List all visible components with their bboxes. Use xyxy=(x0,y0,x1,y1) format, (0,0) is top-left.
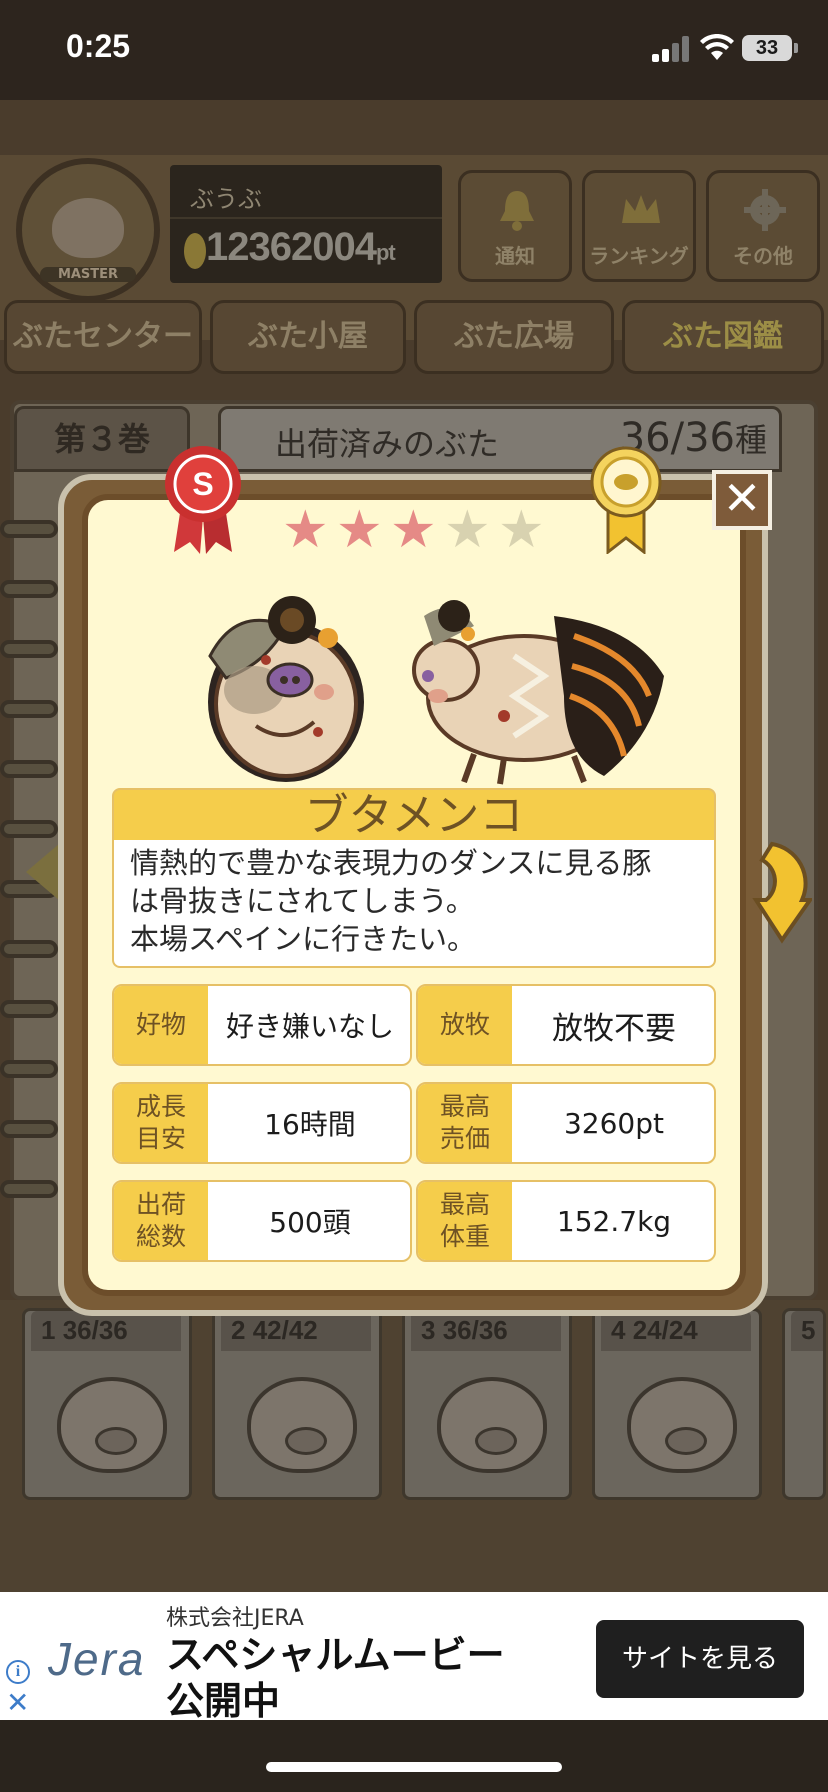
stat-value: 16時間 xyxy=(264,1108,356,1141)
status-bar: 0:25 33 xyxy=(0,0,828,100)
ad-company: 株式会社JERA xyxy=(166,1606,304,1631)
next-page-arrow-icon[interactable] xyxy=(732,840,812,950)
pig-face-icon xyxy=(627,1377,737,1473)
stat-growth-time: 成長 目安 16時間 xyxy=(112,1082,412,1164)
stat-value: 152.7kg xyxy=(556,1204,672,1238)
tab-buta-hut[interactable]: ぶた小屋 xyxy=(210,300,406,374)
gold-medal-ribbon-icon xyxy=(590,446,662,554)
pig-description: 情熱的で豊かな表現力のダンスに見る豚 は骨抜きにされてしまう。 本場スペインに行… xyxy=(112,840,716,968)
binder-ring xyxy=(0,520,58,538)
shipped-tab: 出荷済みのぶた 36/36種 xyxy=(218,406,782,472)
volume-book-1[interactable]: 1 36/36 xyxy=(22,1308,192,1500)
stat-label: 好物 xyxy=(114,986,208,1064)
ad-info-icon[interactable]: i xyxy=(6,1660,30,1684)
ad-headline: スペシャルムービー 公開中 xyxy=(166,1633,505,1723)
points-display: 12362004pt xyxy=(206,225,396,269)
volume-book-5[interactable]: 5 xyxy=(782,1308,826,1500)
volume-book-header: 1 36/36 xyxy=(31,1311,181,1351)
stat-value: 放牧不要 xyxy=(552,1010,676,1047)
master-badge[interactable]: MASTER xyxy=(16,158,160,302)
binder-ring xyxy=(0,640,58,658)
notification-label: 通知 xyxy=(495,244,535,268)
stat-label: 最高 体重 xyxy=(418,1182,512,1260)
volume-book-header: 2 42/42 xyxy=(221,1311,371,1351)
stat-label: 最高 売価 xyxy=(418,1084,512,1162)
star-filled-icon: ★ xyxy=(282,500,329,560)
ad-cta-button[interactable]: サイトを見る xyxy=(596,1620,804,1698)
stat-value: 好き嫌いなし xyxy=(225,1010,394,1043)
bell-icon xyxy=(500,191,534,231)
rank-badge-text: S xyxy=(192,466,213,502)
username: ぶうぶ xyxy=(190,185,262,213)
stat-favorite-food: 好物 好き嫌いなし xyxy=(112,984,412,1066)
stat-label: 放牧 xyxy=(418,986,512,1064)
star-empty-icon: ★ xyxy=(444,500,491,560)
ad-close-icon[interactable]: ✕ xyxy=(6,1689,29,1717)
binder-ring xyxy=(0,1000,58,1018)
volume-book-header: 4 24/24 xyxy=(601,1311,751,1351)
gear-icon xyxy=(744,189,786,231)
star-filled-icon: ★ xyxy=(336,500,383,560)
close-button[interactable]: ✕ xyxy=(712,470,772,530)
tab-buta-center[interactable]: ぶたセンター xyxy=(4,300,202,374)
ad-banner[interactable]: i ✕ Jera 株式会社JERA スペシャルムービー 公開中 サイトを見る xyxy=(0,1592,828,1723)
star-filled-icon: ★ xyxy=(390,500,437,560)
master-label: MASTER xyxy=(40,267,136,282)
crown-icon xyxy=(622,195,660,223)
binder-ring xyxy=(0,1120,58,1138)
pig-face-icon xyxy=(437,1377,547,1473)
volume-book-3[interactable]: 3 36/36 xyxy=(402,1308,572,1500)
shipped-label: 出荷済みのぶた xyxy=(275,425,500,463)
battery-indicator: 33 xyxy=(742,35,798,61)
stat-value: 500頭 xyxy=(269,1206,351,1239)
pig-face-icon xyxy=(52,198,124,258)
volume-book-header: 5 xyxy=(791,1311,823,1351)
notification-button[interactable]: 通知 xyxy=(458,170,572,282)
volume-book-2[interactable]: 2 42/42 xyxy=(212,1308,382,1500)
binder-ring xyxy=(0,700,58,718)
binder-ring xyxy=(0,940,58,958)
ranking-label: ランキング xyxy=(589,244,689,268)
pig-side-illustration xyxy=(412,600,664,785)
star-empty-icon: ★ xyxy=(498,500,545,560)
ad-logo: Jera xyxy=(48,1633,146,1685)
tab-buta-encyclopedia[interactable]: ぶた図鑑 xyxy=(622,300,824,374)
stat-label: 出荷 総数 xyxy=(114,1182,208,1260)
home-indicator[interactable] xyxy=(266,1762,562,1772)
pig-name: ブタメンコ xyxy=(112,788,716,841)
ranking-button[interactable]: ランキング xyxy=(582,170,696,282)
stat-value: 3260pt xyxy=(563,1106,664,1140)
other-label: その他 xyxy=(733,244,793,268)
volume-book-header: 3 36/36 xyxy=(411,1311,561,1351)
tab-buta-plaza[interactable]: ぶた広場 xyxy=(414,300,614,374)
pig-face-icon xyxy=(57,1377,167,1473)
stat-max-weight: 最高 体重 152.7kg xyxy=(416,1180,716,1262)
binder-ring xyxy=(0,760,58,778)
player-panel: ぶうぶ 12362004pt xyxy=(170,165,442,283)
volume-book-4[interactable]: 4 24/24 xyxy=(592,1308,762,1500)
home-area xyxy=(0,1720,828,1792)
binder-ring xyxy=(0,820,58,838)
stat-max-price: 最高 売価 3260pt xyxy=(416,1082,716,1164)
pig-front-illustration xyxy=(208,596,364,782)
other-button[interactable]: その他 xyxy=(706,170,820,282)
s-rank-ribbon-icon: S xyxy=(165,446,241,554)
stat-total-shipped: 出荷 総数 500頭 xyxy=(112,1180,412,1262)
signal-icon xyxy=(652,36,690,62)
status-time: 0:25 xyxy=(66,28,131,64)
binder-ring xyxy=(0,580,58,598)
coin-icon xyxy=(184,233,206,269)
wifi-icon xyxy=(700,34,734,60)
binder-ring xyxy=(0,1180,58,1198)
stat-label: 成長 目安 xyxy=(114,1084,208,1162)
pig-face-icon xyxy=(247,1377,357,1473)
binder-ring xyxy=(0,1060,58,1078)
stat-grazing: 放牧 放牧不要 xyxy=(416,984,716,1066)
